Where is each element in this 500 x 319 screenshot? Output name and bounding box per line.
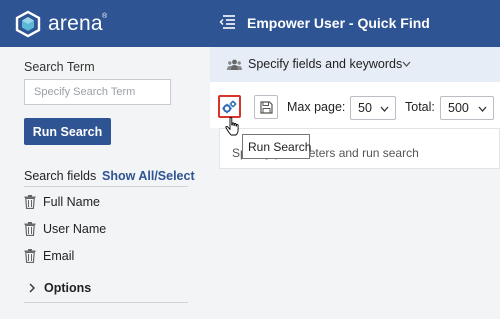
search-field-label: Full Name: [43, 195, 100, 209]
total-value: 500: [448, 101, 469, 115]
menu-collapse-icon[interactable]: [219, 15, 235, 29]
main-panel: Empower User - Quick Find Specify fields…: [210, 0, 500, 319]
trash-icon[interactable]: [24, 249, 36, 263]
search-fields-label: Search fields: [24, 169, 97, 183]
trash-icon[interactable]: [24, 222, 36, 236]
save-icon: [259, 100, 273, 114]
run-search-tooltip: Run Search: [242, 134, 311, 159]
options-toggle[interactable]: Options: [28, 281, 91, 295]
hand-cursor-icon: [225, 117, 239, 136]
chevron-down-icon: [402, 61, 411, 67]
specify-fields-toggle[interactable]: Specify fields and keywords: [210, 47, 500, 82]
search-field-label: Email: [43, 249, 75, 263]
search-field-user-name[interactable]: User Name: [24, 220, 106, 238]
total-select[interactable]: 500: [440, 96, 494, 120]
search-term-label: Search Term: [24, 60, 95, 74]
search-term-input[interactable]: [24, 79, 171, 105]
show-all-select-link[interactable]: Show All/Select: [102, 169, 195, 183]
users-icon: [227, 59, 242, 70]
search-field-label: User Name: [43, 222, 107, 236]
total-label: Total:: [405, 100, 435, 114]
max-page-value: 50: [358, 101, 372, 115]
app-window: arena ® Search Term Run Search Search fi…: [0, 0, 500, 319]
brand-header: arena ®: [0, 0, 210, 47]
chevron-right-icon: [29, 283, 35, 293]
page-header: Empower User - Quick Find: [210, 0, 500, 47]
trash-icon[interactable]: [24, 195, 36, 209]
toolbar: Max page: 50 Total: 500: [210, 82, 500, 128]
brand-registered-mark: ®: [102, 13, 108, 20]
chevron-down-icon: [478, 106, 487, 112]
options-label: Options: [44, 281, 92, 295]
max-page-label: Max page:: [287, 100, 346, 114]
max-page-select[interactable]: 50: [350, 96, 396, 120]
chevron-down-icon: [380, 106, 389, 112]
search-field-email[interactable]: Email: [24, 247, 74, 265]
page-title: Empower User - Quick Find: [247, 15, 430, 31]
run-search-button[interactable]: Run Search: [24, 118, 111, 145]
divider: [24, 302, 188, 303]
run-search-icon-button[interactable]: [218, 95, 241, 118]
search-field-full-name[interactable]: Full Name: [24, 193, 100, 211]
gears-icon: [222, 100, 237, 113]
save-button[interactable]: [254, 95, 278, 119]
divider: [24, 186, 188, 187]
arena-logo-icon: [15, 10, 41, 38]
brand-name: arena: [48, 12, 103, 35]
specify-fields-label: Specify fields and keywords: [248, 57, 403, 71]
sidebar: arena ® Search Term Run Search Search fi…: [0, 0, 210, 319]
